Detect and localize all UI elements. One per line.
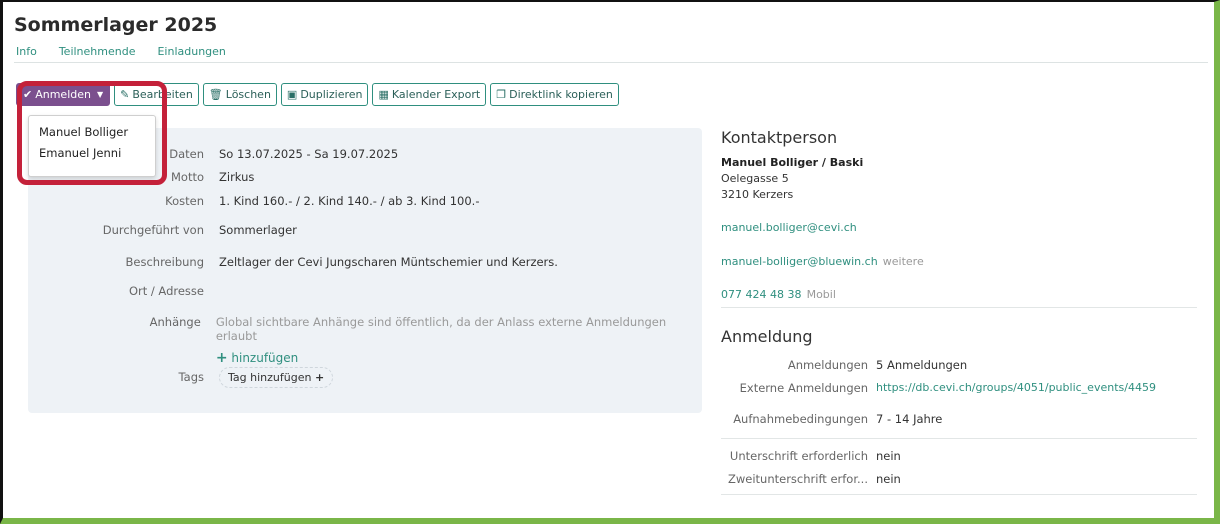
edit-label: Bearbeiten bbox=[132, 88, 193, 101]
cost-label: Kosten bbox=[165, 194, 204, 208]
register-dropdown-menu: Manuel Bolliger Emanuel Jenni bbox=[28, 115, 156, 177]
contact-city: 3210 Kerzers bbox=[721, 188, 794, 201]
calendar-export-label: Kalender Export bbox=[391, 88, 481, 101]
check-icon: ✔ bbox=[23, 88, 33, 101]
contact-phone-type: Mobil bbox=[806, 288, 836, 301]
second-signature-value: nein bbox=[876, 472, 901, 486]
tab-info[interactable]: Info bbox=[16, 45, 37, 58]
divider bbox=[721, 438, 1197, 439]
info-row-organizer: Durchgeführt von Sommerlager bbox=[28, 223, 702, 237]
contact-name: Manuel Bolliger / Baski bbox=[721, 156, 864, 169]
divider bbox=[721, 307, 1197, 308]
motto-value: Zirkus bbox=[219, 170, 255, 184]
registration-heading: Anmeldung bbox=[721, 327, 813, 346]
second-signature-row: Zweitunterschrift erfor... nein bbox=[721, 472, 901, 486]
duplicate-button[interactable]: ▣ Duplizieren bbox=[280, 83, 369, 106]
tab-participants[interactable]: Teilnehmende bbox=[59, 45, 136, 58]
info-row-location: Ort / Adresse bbox=[28, 284, 702, 298]
external-registration-row: Externe Anmeldungen https://db.cevi.ch/g… bbox=[721, 381, 1156, 395]
add-tag-label: Tag hinzufügen bbox=[228, 371, 312, 384]
register-button[interactable]: ✔ Anmelden ▼ bbox=[16, 83, 111, 106]
trash-icon: 🗑 bbox=[208, 88, 223, 101]
cost-value: 1. Kind 160.- / 2. Kind 140.- / ab 3. Ki… bbox=[219, 194, 480, 208]
edit-button[interactable]: ✎ Bearbeiten bbox=[114, 83, 199, 106]
dates-value: So 13.07.2025 - Sa 19.07.2025 bbox=[219, 147, 399, 161]
attachments-hint: Global sichtbare Anhänge sind öffentlich… bbox=[215, 315, 667, 343]
add-attachment-link[interactable]: + hinzufügen bbox=[216, 350, 702, 366]
tags-value: Tag hinzufügen + bbox=[219, 367, 334, 388]
plus-icon: + bbox=[215, 350, 228, 366]
signature-row: Unterschrift erforderlich nein bbox=[721, 449, 901, 463]
conditions-row: Aufnahmebedingungen 7 - 14 Jahre bbox=[721, 412, 942, 426]
divider bbox=[721, 494, 1197, 495]
copy-link-label: Direktlink kopieren bbox=[509, 88, 613, 101]
add-attachment-label: hinzufügen bbox=[231, 351, 299, 365]
registration-details: Anmeldungen 5 Anmeldungen Externe Anmeld… bbox=[721, 346, 1197, 486]
organizer-label: Durchgeführt von bbox=[102, 223, 204, 237]
second-signature-label: Zweitunterschrift erfor... bbox=[727, 472, 868, 486]
right-column: Kontaktperson Manuel Bolliger / Baski Oe… bbox=[721, 128, 1197, 495]
tab-divider bbox=[14, 62, 1208, 63]
contact-email2-row: manuel-bolliger@bluewin.ch weitere bbox=[721, 250, 1197, 269]
organizer-value: Sommerlager bbox=[219, 223, 297, 237]
calendar-icon: ▦ bbox=[378, 88, 389, 101]
info-row-cost: Kosten 1. Kind 160.- / 2. Kind 140.- / a… bbox=[28, 194, 702, 208]
description-value: Zeltlager der Cevi Jungscharen Müntschem… bbox=[219, 255, 558, 269]
delete-button[interactable]: 🗑 Löschen bbox=[202, 83, 277, 106]
toolbar: ✔ Anmelden ▼ ✎ Bearbeiten 🗑 Löschen ▣ Du… bbox=[16, 83, 619, 106]
signature-value: nein bbox=[876, 449, 901, 463]
delete-label: Löschen bbox=[225, 88, 271, 101]
tab-invitations[interactable]: Einladungen bbox=[157, 45, 225, 58]
contact-email2-type: weitere bbox=[882, 255, 924, 268]
conditions-value: 7 - 14 Jahre bbox=[876, 412, 943, 426]
contact-phone-row: 077 424 48 38 Mobil bbox=[721, 283, 1197, 302]
duplicate-label: Duplizieren bbox=[300, 88, 363, 101]
attachments-value: Global sichtbare Anhänge sind öffentlich… bbox=[216, 315, 702, 366]
tab-bar: Info Teilnehmende Einladungen bbox=[16, 45, 226, 58]
plus-icon: + bbox=[314, 371, 325, 384]
attachments-label: Anhänge bbox=[149, 315, 201, 329]
registration-count-row: Anmeldungen 5 Anmeldungen bbox=[721, 358, 967, 372]
register-label: Anmelden bbox=[35, 88, 91, 101]
info-row-tags: Tags Tag hinzufügen + bbox=[28, 367, 702, 388]
duplicate-icon: ▣ bbox=[286, 88, 298, 101]
conditions-label: Aufnahmebedingungen bbox=[733, 412, 868, 426]
registration-count-label: Anmeldungen bbox=[787, 358, 868, 372]
add-tag-button[interactable]: Tag hinzufügen + bbox=[219, 367, 334, 388]
edit-icon: ✎ bbox=[120, 88, 130, 101]
page-title: Sommerlager 2025 bbox=[14, 14, 218, 36]
copy-icon: ❐ bbox=[496, 88, 507, 101]
info-row-attachments: Anhänge Global sichtbare Anhänge sind öf… bbox=[28, 315, 702, 366]
contact-email2-link[interactable]: manuel-bolliger@bluewin.ch bbox=[721, 255, 878, 268]
external-registration-label: Externe Anmeldungen bbox=[739, 381, 868, 395]
caret-down-icon: ▼ bbox=[96, 90, 104, 99]
contact-email-link[interactable]: manuel.bolliger@cevi.ch bbox=[721, 221, 857, 234]
tags-label: Tags bbox=[178, 370, 204, 384]
registration-count-value: 5 Anmeldungen bbox=[876, 358, 968, 372]
signature-label: Unterschrift erforderlich bbox=[729, 449, 868, 463]
location-label: Ort / Adresse bbox=[128, 284, 204, 298]
contact-heading: Kontaktperson bbox=[721, 128, 838, 147]
calendar-export-button[interactable]: ▦ Kalender Export bbox=[372, 83, 487, 106]
contact-phone-link[interactable]: 077 424 48 38 bbox=[721, 288, 801, 301]
dropdown-item-emanuel-jenni[interactable]: Emanuel Jenni bbox=[29, 143, 155, 164]
copy-link-button[interactable]: ❐ Direktlink kopieren bbox=[490, 83, 619, 106]
dropdown-item-manuel-bolliger[interactable]: Manuel Bolliger bbox=[29, 122, 155, 143]
description-label: Beschreibung bbox=[125, 255, 205, 269]
info-row-description: Beschreibung Zeltlager der Cevi Jungscha… bbox=[28, 255, 702, 269]
contact-street: Oelegasse 5 bbox=[721, 172, 789, 185]
external-registration-link[interactable]: https://db.cevi.ch/groups/4051/public_ev… bbox=[876, 381, 1156, 395]
contact-email-row: manuel.bolliger@cevi.ch bbox=[721, 216, 1197, 235]
